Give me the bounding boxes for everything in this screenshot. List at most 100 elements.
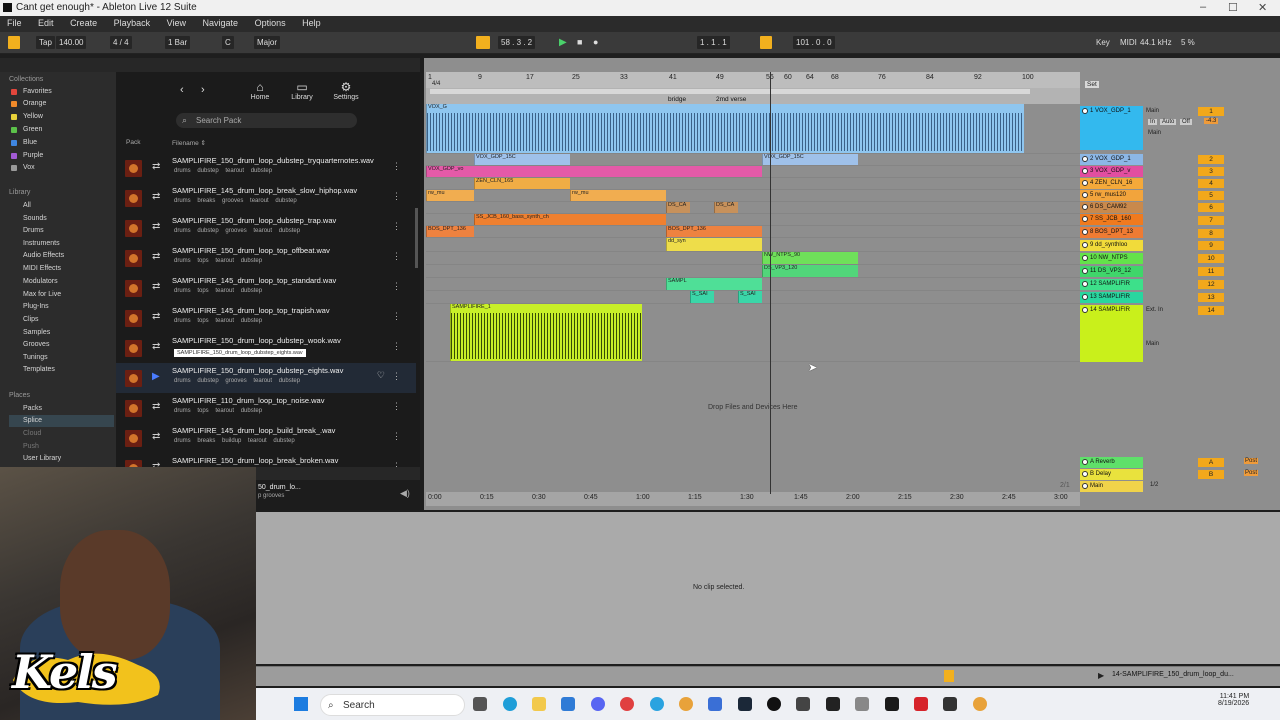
audio-clip[interactable]: SAMPL <box>666 278 762 290</box>
back-arrow-icon[interactable]: ‹ <box>180 84 184 96</box>
col-header-filename[interactable]: Filename ⇕ <box>172 139 206 147</box>
maximize-button[interactable]: ☐ <box>1228 1 1238 14</box>
place-cloud[interactable]: Cloud <box>9 428 114 440</box>
menu-help[interactable]: Help <box>295 16 328 30</box>
sample-row[interactable]: ⇄ SAMPLIFIRE_150_drum_loop_top_offbeat.wa… <box>116 243 416 273</box>
loop-icon[interactable]: ⇄ <box>152 161 160 172</box>
track-header-10[interactable]: 10 NW_NTPS <box>1080 253 1143 264</box>
library-drums[interactable]: Drums <box>9 225 114 237</box>
locator-bridge[interactable]: bridge <box>668 96 686 103</box>
loop-icon[interactable]: ⇄ <box>152 341 160 352</box>
lane-2[interactable]: VOX_GDP_15C VOX_GDP_15C <box>426 154 1080 166</box>
chrome-icon-2[interactable] <box>973 697 987 711</box>
activator-icon[interactable] <box>1082 168 1088 174</box>
activator-icon[interactable] <box>1082 242 1088 248</box>
library-sounds[interactable]: Sounds <box>9 213 114 225</box>
scrollbar[interactable] <box>415 208 418 268</box>
more-icon[interactable]: ⋮ <box>392 281 401 292</box>
playhead[interactable] <box>770 72 771 494</box>
telegram-icon[interactable] <box>650 697 664 711</box>
output-dropdown[interactable]: Main <box>1148 130 1161 136</box>
lane-1[interactable]: VOX_G <box>426 104 1080 154</box>
close-button[interactable]: ✕ <box>1258 1 1267 14</box>
collection-purple[interactable]: Purple <box>9 150 114 162</box>
loop-icon[interactable]: ⇄ <box>152 311 160 322</box>
activator-icon[interactable] <box>1082 108 1088 114</box>
collection-vox[interactable]: Vox <box>9 162 114 174</box>
activator-icon[interactable] <box>1082 204 1088 210</box>
track-header-13[interactable]: 13 SAMPLIFIR <box>1080 292 1143 303</box>
track-activator-4[interactable]: 4 <box>1198 179 1224 188</box>
app-icon-4[interactable] <box>885 697 899 711</box>
audio-clip[interactable]: DS_CA <box>714 202 738 213</box>
device-toggle-icon[interactable] <box>944 670 954 682</box>
place-packs[interactable]: Packs <box>9 403 114 415</box>
edge-icon[interactable] <box>503 697 517 711</box>
menu-view[interactable]: View <box>160 16 193 30</box>
loop-length[interactable]: 101 . 0 . 0 <box>793 36 835 49</box>
library-plug-ins[interactable]: Plug-Ins <box>9 301 114 313</box>
place-push[interactable]: Push <box>9 441 114 453</box>
minimize-button[interactable]: – <box>1200 1 1206 13</box>
track-activator-1[interactable]: 1 <box>1198 107 1224 116</box>
quantize-dropdown[interactable]: 1 Bar <box>165 36 191 49</box>
activator-icon[interactable] <box>1082 294 1088 300</box>
track-activator-8[interactable]: 8 <box>1198 229 1224 238</box>
app-icon-5[interactable] <box>943 697 957 711</box>
place-splice[interactable]: Splice <box>9 415 114 427</box>
audio-clip[interactable]: ZEN_CLN_165 <box>474 178 570 189</box>
activator-icon[interactable] <box>1082 156 1088 162</box>
more-icon[interactable]: ⋮ <box>392 221 401 232</box>
audio-clip[interactable]: rw_mu <box>570 190 666 201</box>
more-icon[interactable]: ⋮ <box>392 371 401 382</box>
track-activator-14[interactable]: 14 <box>1198 306 1224 315</box>
menu-playback[interactable]: Playback <box>107 16 158 30</box>
nav-home[interactable]: ⌂ Home <box>248 80 272 101</box>
loop-icon[interactable]: ⇄ <box>152 251 160 262</box>
collection-orange[interactable]: Orange <box>9 98 114 110</box>
track-activator-3[interactable]: 3 <box>1198 167 1224 176</box>
loop-icon[interactable] <box>760 36 772 49</box>
menu-file[interactable]: File <box>0 16 29 30</box>
loop-start[interactable]: 1 . 1 . 1 <box>697 36 730 49</box>
file-explorer-icon[interactable] <box>532 697 546 711</box>
audio-clip[interactable]: VOX_GDP_15C <box>762 154 858 165</box>
monitor-in[interactable]: In <box>1148 119 1158 125</box>
library-templates[interactable]: Templates <box>9 364 114 376</box>
app-icon-2[interactable] <box>796 697 810 711</box>
sample-row[interactable]: ⇄ SAMPLIFIRE_145_drum_loop_top_standard.w… <box>116 273 416 303</box>
sample-row[interactable]: ⇄ SAMPLIFIRE_145_drum_loop_break_slow_hip… <box>116 183 416 213</box>
track-header-1[interactable]: 1 VOX_GDP_1 <box>1080 106 1143 150</box>
lane-4[interactable]: ZEN_CLN_165 <box>426 178 1080 190</box>
track-activator-13[interactable]: 13 <box>1198 293 1224 302</box>
lane-10[interactable]: NW_NTPS_90 <box>426 252 1080 265</box>
system-clock[interactable]: 11:41 PM 8/19/2026 <box>1218 693 1249 707</box>
activator-icon[interactable] <box>1082 268 1088 274</box>
audio-clip[interactable]: VOX_GDP_vo <box>426 166 762 177</box>
locator-bar[interactable]: bridge 2md verse <box>426 88 1080 104</box>
track-activator-7[interactable]: 7 <box>1198 216 1224 225</box>
collection-blue[interactable]: Blue <box>9 137 114 149</box>
track-activator-9[interactable]: 9 <box>1198 241 1224 250</box>
return-track-a[interactable]: A Reverb <box>1080 457 1143 468</box>
audio-clip[interactable]: VOX_G <box>426 104 1024 153</box>
menu-create[interactable]: Create <box>63 16 104 30</box>
collection-green[interactable]: Green <box>9 124 114 136</box>
discord-icon[interactable] <box>591 697 605 711</box>
audio-clip[interactable]: BOS_DPT_136 <box>666 226 762 237</box>
speaker-icon[interactable]: ◀) <box>400 488 410 499</box>
post-button-b[interactable]: Post <box>1244 470 1259 476</box>
store-icon[interactable] <box>561 697 575 711</box>
track-header-9[interactable]: 9 dd_synthloo <box>1080 240 1143 251</box>
tempo-field[interactable]: 140.00 <box>56 36 87 49</box>
lane-8[interactable]: BOS_DPT_136 BOS_DPT_136 <box>426 226 1080 238</box>
track-header-12[interactable]: 12 SAMPLIFIR <box>1080 279 1143 290</box>
activator-icon[interactable] <box>1082 459 1088 465</box>
track-header-4[interactable]: 4 ZEN_CLN_16 <box>1080 178 1143 189</box>
time-ruler[interactable]: 0:00 0:15 0:30 0:45 1:00 1:15 1:30 1:45 … <box>426 492 1080 506</box>
app-icon-3[interactable] <box>826 697 840 711</box>
activator-icon[interactable] <box>1082 255 1088 261</box>
set-button[interactable]: Set <box>1085 81 1099 88</box>
track-header-6[interactable]: 6 DS_CAM92 <box>1080 202 1143 213</box>
chrome-icon[interactable] <box>679 697 693 711</box>
